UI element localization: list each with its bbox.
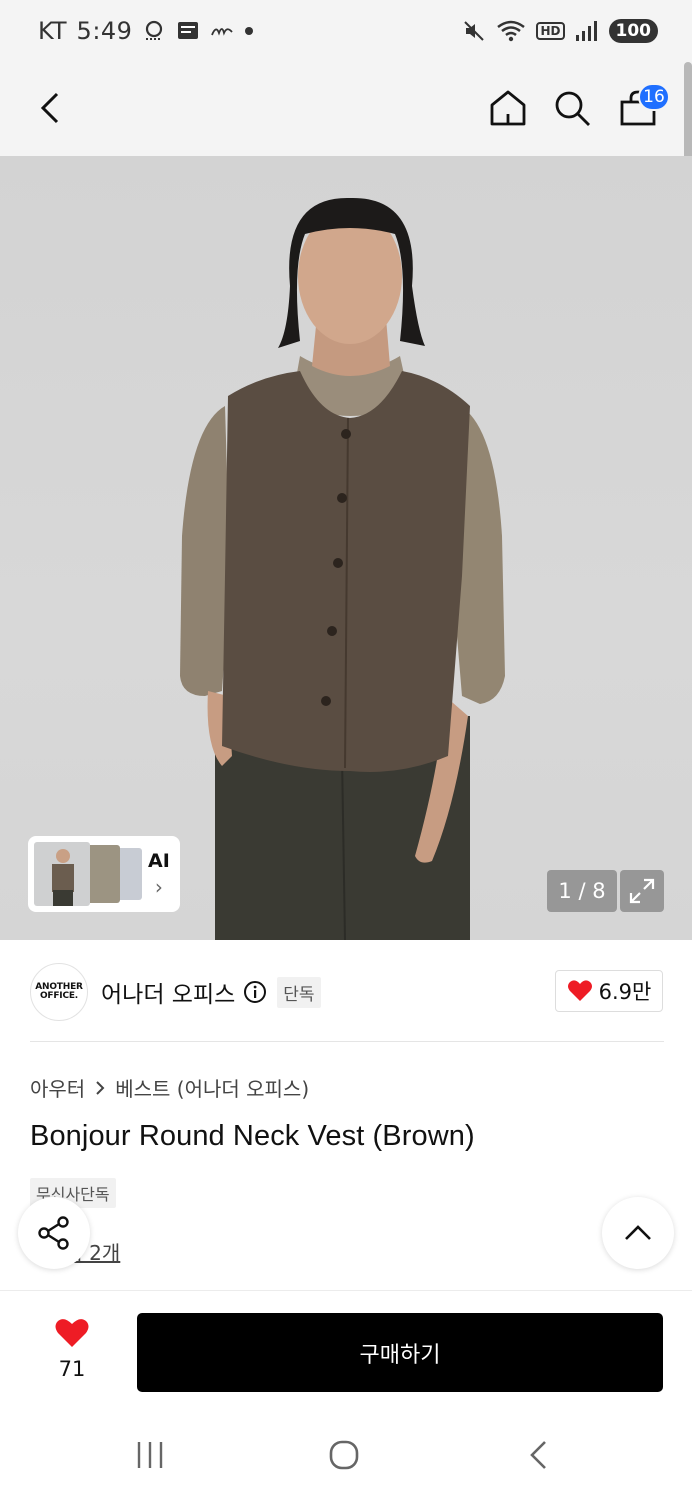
status-right: HD 100 — [462, 19, 658, 43]
breadcrumb-subcategory[interactable]: 베스트 (어나더 오피스) — [115, 1073, 309, 1102]
buy-button[interactable]: 구매하기 — [137, 1313, 663, 1392]
chevron-up-icon — [625, 1225, 651, 1240]
brand-like-button[interactable]: 6.9만 — [555, 970, 663, 1012]
bottom-action-bar: 71 구매하기 — [0, 1290, 692, 1410]
expand-image-button[interactable] — [620, 870, 664, 912]
share-button[interactable] — [18, 1197, 90, 1269]
mute-icon — [464, 21, 485, 41]
chevron-right-icon — [96, 1080, 105, 1095]
back-arrow-icon — [530, 1441, 546, 1469]
exclusive-badge: 단독 — [277, 976, 321, 1008]
brand-logo[interactable]: ANOTHER OFFICE. — [30, 963, 88, 1021]
signal-icon — [575, 21, 597, 41]
chevron-left-icon — [40, 92, 59, 124]
ai-label: AI › — [148, 848, 170, 900]
product-photo — [180, 197, 505, 940]
search-icon — [555, 91, 590, 126]
news-app-icon — [178, 22, 199, 39]
back-nav-button[interactable] — [508, 1432, 568, 1478]
ai-thumbnail-stack — [34, 842, 142, 906]
hd-voice-icon: HD — [536, 22, 565, 40]
home-icon — [490, 90, 526, 126]
product-image-gallery[interactable]: AI › 1 / 8 — [0, 156, 692, 940]
recents-icon — [137, 1442, 163, 1468]
heart-icon — [567, 980, 592, 1001]
ai-recommend-card[interactable]: AI › — [28, 836, 180, 912]
home-button[interactable] — [482, 82, 534, 134]
system-nav-bar — [0, 1410, 692, 1500]
product-title: Bonjour Round Neck Vest (Brown) — [30, 1120, 475, 1152]
brand-logo-line2: OFFICE. — [39, 991, 79, 1001]
more-notifications-dot-icon — [245, 27, 254, 35]
heart-icon — [55, 1319, 89, 1347]
brand-like-count: 6.9만 — [598, 980, 652, 1004]
notification-app-icon — [146, 20, 163, 40]
search-button[interactable] — [546, 82, 598, 134]
share-icon — [38, 1216, 69, 1250]
wishlist-count: 71 — [58, 1357, 86, 1381]
scroll-indicator — [684, 62, 692, 170]
expand-icon — [629, 878, 655, 904]
mufin-app-icon — [211, 28, 234, 36]
divider — [30, 1041, 664, 1042]
recents-button[interactable] — [120, 1432, 180, 1478]
battery-indicator: 100 — [608, 19, 658, 43]
scroll-top-button[interactable] — [602, 1197, 674, 1269]
carrier-label: KT — [38, 17, 67, 45]
brand-row: ANOTHER OFFICE. 어나더 오피스 단독 6.9만 — [30, 962, 664, 1022]
wifi-icon — [497, 20, 526, 42]
cart-button[interactable]: 16 — [612, 82, 670, 134]
cart-count-badge: 16 — [638, 83, 670, 111]
info-icon[interactable] — [243, 980, 267, 1004]
wishlist-button[interactable]: 71 — [42, 1317, 102, 1381]
image-pager: 1 / 8 — [547, 870, 617, 912]
breadcrumb-category[interactable]: 아우터 — [30, 1073, 85, 1102]
ai-text: AI — [148, 850, 170, 872]
breadcrumb: 아우터 베스트 (어나더 오피스) — [30, 1073, 309, 1102]
home-circle-icon — [329, 1440, 359, 1470]
status-time: 5:49 — [76, 17, 133, 45]
status-bar: KT 5:49 HD 100 — [0, 0, 692, 62]
back-button[interactable] — [24, 82, 76, 134]
chevron-right-icon: › — [154, 875, 163, 899]
home-nav-button[interactable] — [314, 1432, 374, 1478]
status-left: KT 5:49 — [38, 17, 254, 45]
app-header: 16 — [0, 62, 692, 156]
brand-name[interactable]: 어나더 오피스 — [101, 975, 235, 1009]
ai-thumbnail-1 — [34, 842, 90, 906]
